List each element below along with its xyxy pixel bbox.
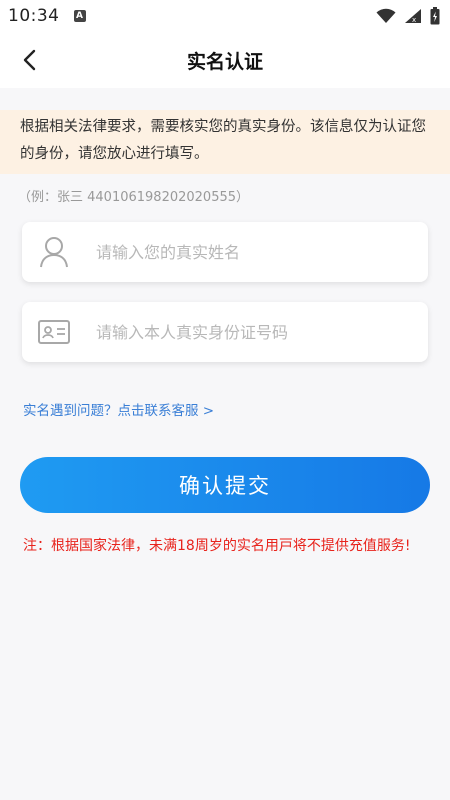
id-card-icon-wrap [24, 302, 84, 362]
id-number-input[interactable] [94, 311, 428, 353]
status-time: 10:34 [8, 6, 60, 26]
name-input-card[interactable] [22, 222, 428, 282]
signal-icon: x [405, 9, 421, 24]
notification-icon: A [73, 10, 86, 22]
user-icon-wrap [24, 222, 84, 282]
battery-icon [430, 7, 440, 25]
notification-icon-letter: A [76, 10, 83, 21]
submit-button[interactable]: 确认提交 [20, 457, 430, 513]
svg-text:x: x [412, 16, 416, 24]
notice-banner: 根据相关法律要求，需要核实您的真实身份。该信息仅为认证您的身份，请您放心进行填写… [0, 110, 450, 174]
id-card-icon [38, 320, 70, 344]
status-bar: 10:34 A x [0, 0, 450, 32]
contact-support-link[interactable]: 实名遇到问题？点击联系客服 > [23, 399, 214, 419]
wifi-icon [376, 8, 396, 23]
user-icon [40, 237, 68, 268]
back-button[interactable] [14, 44, 44, 76]
nav-header: 实名认证 [0, 32, 450, 88]
chevron-left-icon [23, 49, 36, 71]
age-warning-note: 注：根据国家法律，未满18周岁的实名用戸将不提供充值服务! [23, 538, 411, 554]
status-left: 10:34 A [8, 6, 86, 26]
id-input-card[interactable] [22, 302, 428, 362]
name-input[interactable] [94, 231, 428, 273]
page-title: 实名认证 [186, 50, 263, 73]
status-right: x [376, 7, 440, 25]
id-example-hint: （例：张三 440106198202020555） [18, 190, 250, 205]
